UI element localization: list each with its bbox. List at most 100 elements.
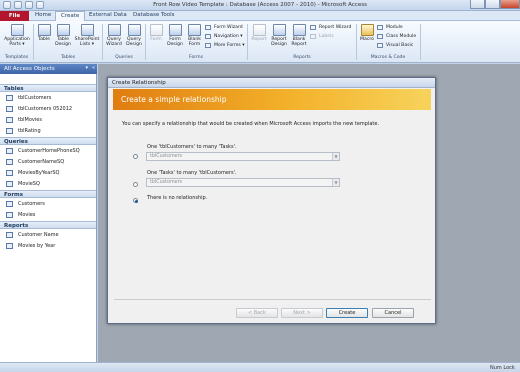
query-wizard-button[interactable]: Query Wizard: [104, 24, 124, 54]
dialog-header-banner: Create a simple relationship: [113, 89, 431, 110]
class-module-icon: [377, 34, 383, 39]
query-wizard-icon: [107, 24, 121, 36]
nav-section-queries[interactable]: Queries: [0, 137, 96, 145]
tab-home[interactable]: Home: [30, 11, 56, 21]
nav-section-forms[interactable]: Forms: [0, 190, 96, 198]
sharepoint-lists-button[interactable]: SharePoint Lists ▾: [73, 24, 101, 54]
group-separator: [420, 24, 421, 60]
navigation-button[interactable]: Navigation ▾: [205, 33, 245, 40]
group-label-tables: Tables: [60, 55, 76, 60]
macro-button[interactable]: Macro: [358, 24, 376, 54]
radio-option-3[interactable]: [133, 198, 138, 203]
table-icon: [6, 128, 13, 134]
nav-item-table[interactable]: tblRating: [0, 126, 96, 136]
table-icon: [6, 95, 13, 101]
blank-report-icon: [292, 24, 306, 36]
report-icon: [252, 24, 266, 36]
dialog-description: You can specify a relationship that woul…: [122, 121, 380, 127]
minimize-button[interactable]: [470, 0, 485, 9]
group-label-macros: Macros & Code: [370, 55, 406, 60]
nav-section-reports[interactable]: Reports: [0, 221, 96, 229]
group-label-queries: Queries: [115, 55, 133, 60]
nav-item-form[interactable]: Customers: [0, 199, 96, 209]
back-button[interactable]: < Back: [236, 308, 278, 318]
cancel-button[interactable]: Cancel: [372, 308, 414, 318]
title-bar: Front Row Video Template : Database (Acc…: [0, 0, 520, 11]
table-design-button[interactable]: Table Design: [53, 24, 73, 54]
group-label-templates: Templates: [4, 55, 29, 60]
table-button[interactable]: Table: [35, 24, 53, 54]
nav-item-query[interactable]: MovieSQ: [0, 179, 96, 189]
option-2-label: One 'Tasks' to many 'tblCustomers'.: [147, 170, 237, 176]
tab-external-data[interactable]: External Data: [84, 11, 132, 21]
group-label-reports: Reports: [293, 55, 311, 60]
group-label-forms: Forms: [189, 55, 203, 60]
blank-form-button[interactable]: Blank Form: [185, 24, 204, 54]
query-design-button[interactable]: Query Design: [124, 24, 144, 54]
class-module-button[interactable]: Class Module: [377, 33, 417, 40]
report-design-button[interactable]: Report Design: [269, 24, 289, 54]
dialog-title-bar: Create Relationship: [108, 78, 435, 88]
application-parts-icon: [10, 24, 24, 36]
maximize-button[interactable]: [485, 0, 500, 9]
blank-form-icon: [188, 24, 201, 36]
query-icon: [6, 170, 13, 176]
form-design-button[interactable]: Form Design: [165, 24, 185, 54]
close-button[interactable]: [500, 0, 520, 9]
chevron-down-icon[interactable]: ▼: [332, 153, 339, 160]
dialog-divider: [114, 299, 431, 300]
form-button[interactable]: Form: [147, 24, 165, 54]
collapse-icon[interactable]: «: [92, 65, 95, 71]
status-bar: Num Lock: [0, 362, 520, 372]
labels-button[interactable]: Labels: [310, 33, 354, 40]
table-icon: [37, 24, 51, 36]
option-2-select[interactable]: tblCustomers ▼: [146, 178, 340, 187]
nav-section-tables[interactable]: Tables: [0, 84, 96, 92]
nav-item-query[interactable]: CustomerHomePhoneSQ: [0, 146, 96, 156]
form-wizard-icon: [205, 25, 211, 30]
more-forms-button[interactable]: More Forms ▾: [205, 42, 245, 49]
radio-option-1[interactable]: [133, 154, 138, 159]
nav-item-query[interactable]: MoviesByYearSQ: [0, 168, 96, 178]
nav-pane-header[interactable]: All Access Objects ▾ «: [0, 64, 97, 74]
option-3-label: There is no relationship.: [147, 195, 208, 201]
nav-item-report[interactable]: Movies by Year: [0, 241, 96, 251]
form-icon: [6, 201, 13, 207]
report-button[interactable]: Report: [249, 24, 269, 54]
visual-basic-button[interactable]: Visual Basic: [377, 42, 417, 49]
form-wizard-button[interactable]: Form Wizard: [205, 24, 245, 31]
option-1-select[interactable]: tblCustomers ▼: [146, 152, 340, 161]
report-wizard-button[interactable]: Report Wizard: [310, 24, 354, 31]
query-icon: [6, 159, 13, 165]
query-icon: [6, 148, 13, 154]
table-icon: [6, 117, 13, 123]
nav-item-table[interactable]: tblMovies: [0, 115, 96, 125]
report-icon: [6, 243, 13, 249]
nav-item-table[interactable]: tblCustomers: [0, 93, 96, 103]
nav-item-table[interactable]: tblCustomers 052012: [0, 104, 96, 114]
application-parts-button[interactable]: Application Parts ▾: [2, 24, 32, 54]
form-design-icon: [168, 24, 182, 36]
form-icon: [6, 212, 13, 218]
report-design-icon: [272, 24, 286, 36]
tab-file[interactable]: File: [0, 11, 29, 21]
report-wizard-icon: [310, 25, 316, 30]
create-button[interactable]: Create: [326, 308, 368, 318]
visual-basic-icon: [377, 43, 383, 48]
navigation-pane: All Access Objects ▾ « Tables tblCustome…: [0, 64, 97, 362]
tab-database-tools[interactable]: Database Tools: [128, 11, 180, 21]
create-relationship-dialog: Create Relationship Create a simple rela…: [107, 77, 436, 324]
radio-option-2[interactable]: [133, 182, 138, 187]
nav-item-query[interactable]: CustomerNameSQ: [0, 157, 96, 167]
blank-report-button[interactable]: Blank Report: [289, 24, 309, 54]
next-button[interactable]: Next >: [281, 308, 323, 318]
chevron-down-icon[interactable]: ▾: [85, 65, 88, 71]
report-icon: [6, 232, 13, 238]
sharepoint-icon: [80, 24, 94, 36]
chevron-down-icon[interactable]: ▼: [332, 179, 339, 186]
nav-item-report[interactable]: Customer Name: [0, 230, 96, 240]
nav-item-form[interactable]: Movies: [0, 210, 96, 220]
form-icon: [149, 24, 163, 36]
option-1-label: One 'tblCustomers' to many 'Tasks'.: [147, 144, 237, 150]
module-button[interactable]: Module: [377, 24, 417, 31]
